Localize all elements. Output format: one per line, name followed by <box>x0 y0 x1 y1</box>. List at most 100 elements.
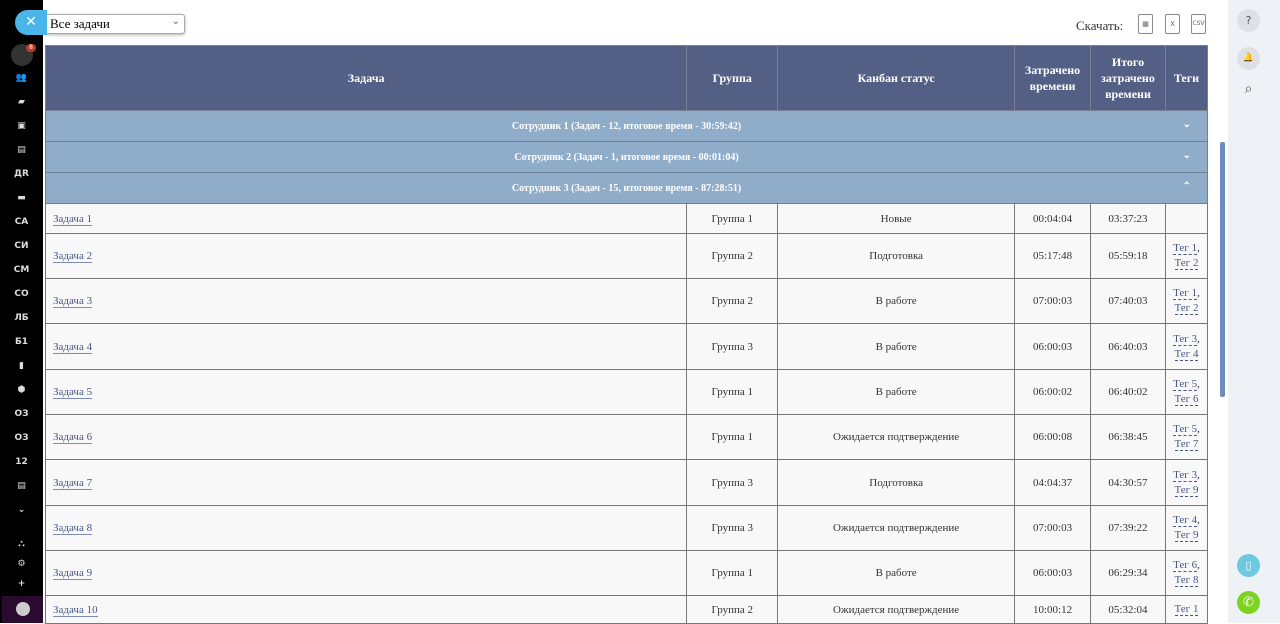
crown-icon <box>15 602 30 616</box>
settings-icon[interactable]: ⚙ <box>0 557 43 571</box>
header-kanban-status[interactable]: Канбан статус <box>777 45 1016 111</box>
table-row: Задача 5 Группа 1В работе 06:00:02 06:40:02… <box>44 369 1209 415</box>
sidebar-item-dr[interactable]: ДR <box>0 167 43 181</box>
sidebar-item-more-icon[interactable]: ⌄ <box>0 503 43 517</box>
task-link[interactable]: Задача 10 <box>53 603 98 617</box>
sidebar-item-calendar-icon[interactable]: ▣ <box>0 119 43 133</box>
chevron-up-icon[interactable]: ⌃ <box>1183 181 1191 192</box>
phone-icon[interactable]: ✆ <box>1237 591 1260 614</box>
status-cell: В работе <box>777 550 1016 596</box>
tags-cell: Тег 1, Тег 2 <box>1164 278 1209 324</box>
tag-link[interactable]: Тег 9 <box>1174 483 1199 497</box>
total-time-cell: 03:37:23 <box>1090 203 1166 234</box>
table-row: Задача 3 Группа 2В работе 07:00:03 07:40:03… <box>44 278 1209 324</box>
total-time-cell: 05:59:18 <box>1090 233 1166 279</box>
task-link[interactable]: Задача 4 <box>53 340 93 354</box>
sidebar-item-contacts-icon[interactable]: ▤ <box>0 143 43 157</box>
premium-crown-button[interactable] <box>2 596 43 623</box>
tag-link[interactable]: Тег 7 <box>1174 438 1199 451</box>
right-panel: ? 🔔 ⌕ ▯ ✆ <box>1228 0 1280 623</box>
sidebar-item-oz2[interactable]: ОЗ <box>0 431 43 445</box>
task-link[interactable]: Задача 7 <box>53 476 93 490</box>
task-link[interactable]: Задача 1 <box>53 212 93 226</box>
sidebar-item-users-icon[interactable]: 👥 <box>0 71 43 85</box>
table-row: Задача 4 Группа 3В работе 06:00:03 06:40:03… <box>44 323 1209 370</box>
tag-link[interactable]: Тег 2 <box>1174 257 1199 270</box>
tags-cell: Тег 1, Тег 2 <box>1164 233 1209 279</box>
header-total-time[interactable]: Итого затрачено времени <box>1090 45 1166 111</box>
search-icon[interactable]: ⌕ <box>1237 78 1260 101</box>
download-excel-icon[interactable]: X <box>1165 14 1180 34</box>
task-link[interactable]: Задача 6 <box>53 431 93 444</box>
employee-group-row[interactable]: Сотрудник 1 (Задач - 12, итоговое время … <box>45 110 1208 142</box>
sidebar-item-b1[interactable]: Б1 <box>0 335 43 349</box>
task-link[interactable]: Задача 2 <box>53 250 93 263</box>
sidebar-item-sm[interactable]: СМ <box>0 263 43 277</box>
time-spent-cell: 06:00:03 <box>1014 550 1091 596</box>
sidebar-item-sa[interactable]: СА <box>0 215 43 229</box>
table-row: Задача 7 Группа 3 Подготовка 04:04:37 04:30:… <box>44 459 1209 506</box>
tag-link[interactable]: Тег 3 <box>1173 332 1198 346</box>
tag-link[interactable]: Тег 6 <box>1173 559 1198 572</box>
tag-link[interactable]: Тег 9 <box>1174 529 1199 542</box>
sidebar-item-drive-icon[interactable]: ▬ <box>0 191 43 205</box>
close-sidebar-button[interactable]: ✕ <box>15 10 47 35</box>
employee-group-row[interactable]: Сотрудник 2 (Задач - 1, итоговое время -… <box>45 141 1208 173</box>
header-tags[interactable]: Теги <box>1164 45 1209 111</box>
structure-icon[interactable]: ⛬ <box>0 537 43 551</box>
header-task[interactable]: Задача <box>44 45 688 111</box>
tag-link[interactable]: Тег 1 <box>1174 603 1199 616</box>
sidebar-item-so[interactable]: СО <box>0 287 43 301</box>
sidebar-item-box-icon[interactable]: ⬢ <box>0 383 43 397</box>
sidebar-item-n12[interactable]: 12 <box>0 455 43 469</box>
status-cell: Подготовка <box>777 233 1016 279</box>
employee-group-row[interactable]: Сотрудник 3 (Задач - 15, итоговое время … <box>45 172 1208 204</box>
table-row: Задача 9 Группа 1В работе 06:00:03 06:29:34… <box>44 550 1209 596</box>
status-cell: Новые <box>777 203 1016 234</box>
tag-link[interactable]: Тег 8 <box>1174 574 1199 587</box>
bell-icon[interactable]: 🔔 <box>1237 47 1260 70</box>
chevron-down-icon[interactable]: ⌄ <box>1183 119 1191 130</box>
task-link[interactable]: Задача 5 <box>53 386 93 399</box>
download-csv-icon[interactable]: CSV <box>1191 14 1206 34</box>
status-cell: В работе <box>777 369 1016 415</box>
tag-link[interactable]: Тег 5 <box>1173 378 1198 391</box>
time-spent-cell: 06:00:03 <box>1014 323 1091 370</box>
sidebar-item-storage-icon[interactable]: ▤ <box>0 479 43 493</box>
tasks-table: Задача Группа Канбан статус Затрачено вр… <box>44 45 1209 624</box>
task-cell: Задача 3 <box>44 278 688 324</box>
scrollbar-thumb[interactable] <box>1220 142 1225 397</box>
tags-cell: Тег 6, Тег 8 <box>1164 550 1209 596</box>
tag-link[interactable]: Тег 4 <box>1173 514 1198 527</box>
tag-link[interactable]: Тег 4 <box>1174 347 1199 361</box>
table-header: Задача Группа Канбан статус Затрачено вр… <box>44 45 1209 111</box>
tag-link[interactable]: Тег 1 <box>1173 287 1198 300</box>
tag-link[interactable]: Тег 2 <box>1174 302 1199 315</box>
chevron-down-icon[interactable]: ⌄ <box>1183 150 1191 161</box>
header-time-spent[interactable]: Затрачено времени <box>1014 45 1091 111</box>
sidebar-item-document-icon[interactable]: ▮ <box>0 359 43 373</box>
tag-link[interactable]: Тег 6 <box>1174 393 1199 406</box>
sidebar-item-si[interactable]: СИ <box>0 239 43 253</box>
add-icon[interactable]: + <box>0 577 43 591</box>
task-cell: Задача 10 <box>44 595 688 624</box>
total-time-cell: 07:39:22 <box>1090 505 1166 551</box>
download-table-icon[interactable]: ▦ <box>1138 14 1153 34</box>
time-spent-cell: 05:17:48 <box>1014 233 1091 279</box>
status-cell: Подготовка <box>777 459 1016 506</box>
sidebar-item-chat-icon[interactable]: ▰ <box>0 95 43 109</box>
sidebar-item-oz1[interactable]: ОЗ <box>0 407 43 421</box>
group-cell: Группа 3 <box>686 323 779 370</box>
header-group[interactable]: Группа <box>686 45 779 111</box>
notification-badge: 8 <box>26 44 36 52</box>
tag-link[interactable]: Тег 3 <box>1173 468 1198 482</box>
mobile-app-icon[interactable]: ▯ <box>1237 554 1260 577</box>
help-icon[interactable]: ? <box>1237 9 1260 32</box>
tag-link[interactable]: Тег 1 <box>1173 242 1198 255</box>
task-link[interactable]: Задача 3 <box>53 295 93 308</box>
task-filter-select[interactable]: Все задачи ⌄ <box>45 14 185 34</box>
sidebar-item-lb[interactable]: ЛБ <box>0 311 43 325</box>
tag-link[interactable]: Тег 5 <box>1173 423 1198 436</box>
task-link[interactable]: Задача 8 <box>53 522 93 535</box>
task-link[interactable]: Задача 9 <box>53 567 93 580</box>
